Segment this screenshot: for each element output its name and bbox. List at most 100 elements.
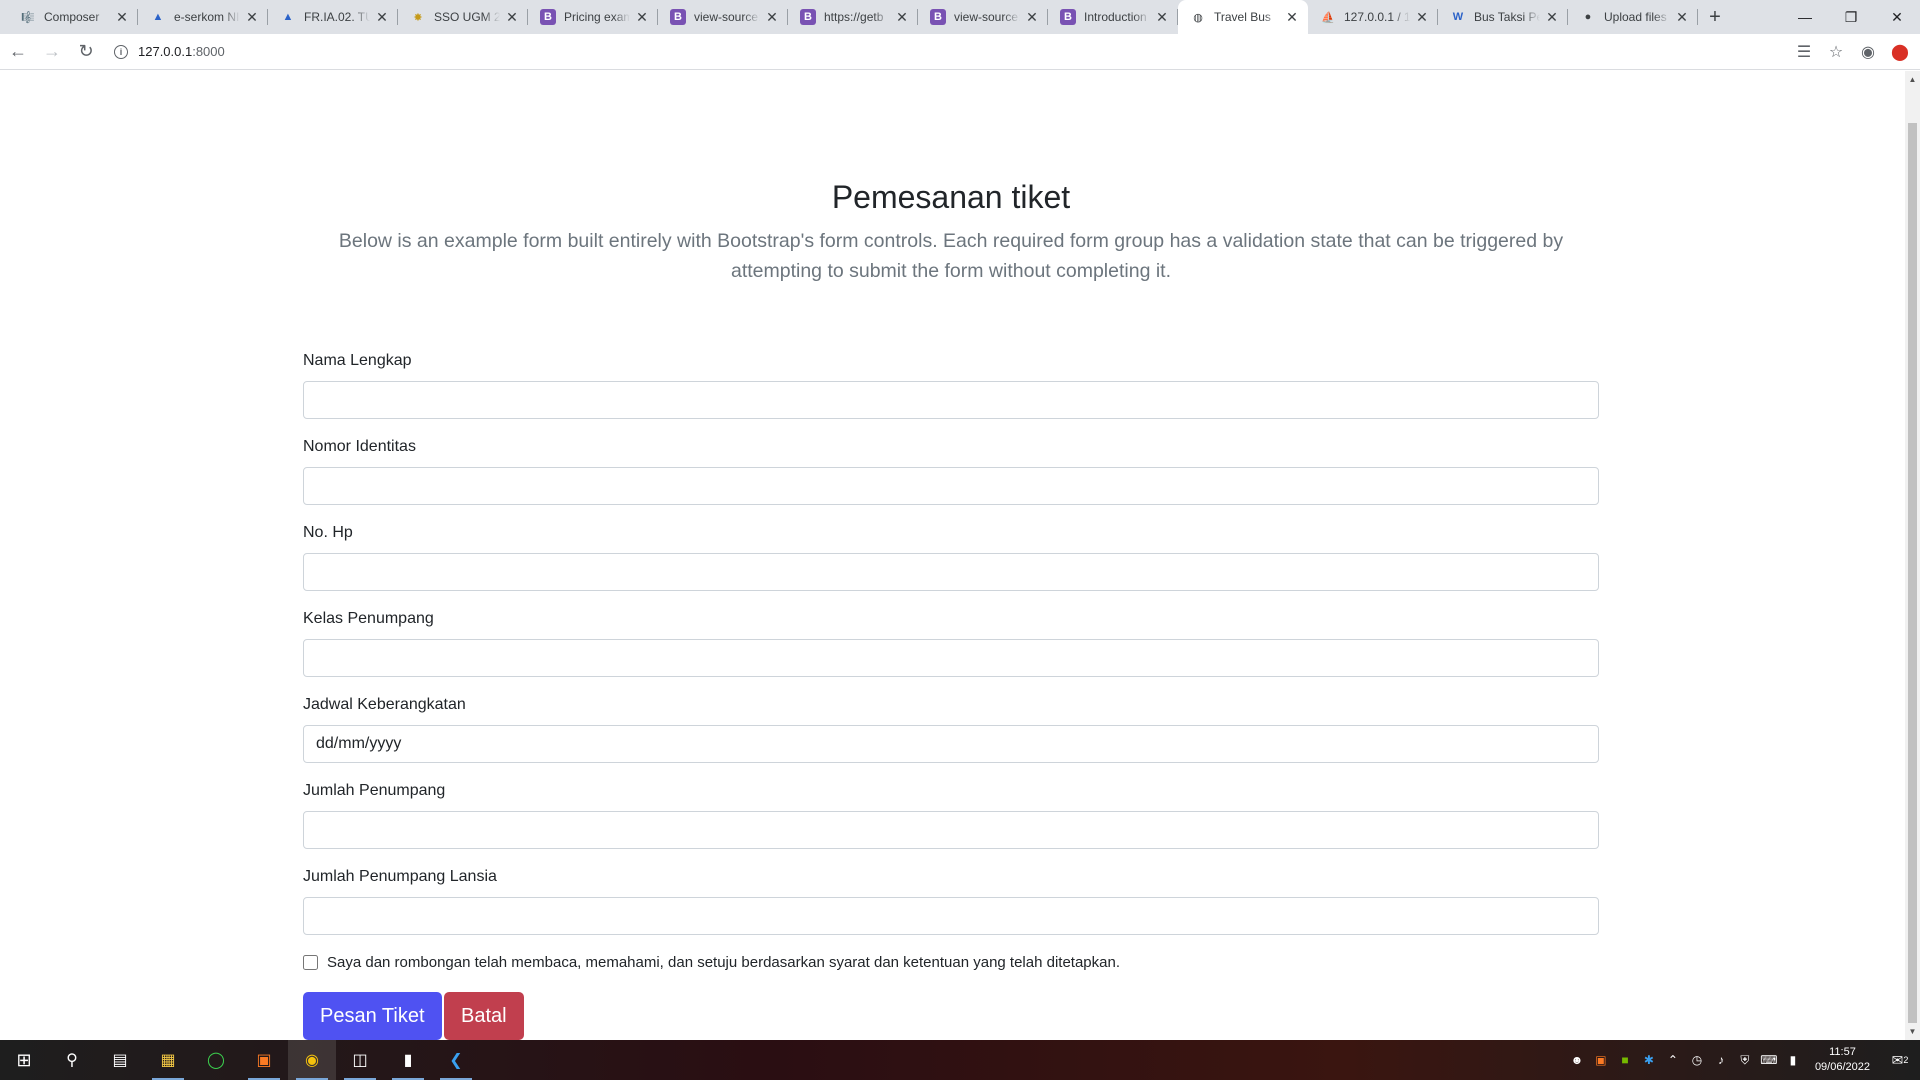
triangle-icon: ▲ <box>282 11 294 23</box>
site-info-icon[interactable]: i <box>114 44 128 59</box>
chrome-icon[interactable]: ◉ <box>288 1040 336 1080</box>
new-tab-button[interactable]: + <box>1698 0 1732 34</box>
back-arrow-icon[interactable]: ← <box>2 36 34 68</box>
browser-tab[interactable]: ▲ e-serkom NI ✕ <box>138 0 268 34</box>
refresh-app-icon[interactable]: ◯ <box>192 1040 240 1080</box>
tab-close-icon[interactable]: ✕ <box>114 9 130 25</box>
wifi-icon[interactable]: ◷ <box>1685 1053 1709 1067</box>
tab-close-icon[interactable]: ✕ <box>764 9 780 25</box>
lansia-label: Jumlah Penumpang Lansia <box>303 868 497 885</box>
triangle-icon: ▲ <box>152 11 164 23</box>
tab-close-icon[interactable]: ✕ <box>1024 9 1040 25</box>
terminal-icon[interactable]: ▮ <box>384 1040 432 1080</box>
bootstrap-icon: B <box>800 9 816 25</box>
minimize-icon[interactable]: — <box>1782 0 1828 34</box>
jadwal-date-input[interactable]: dd/mm/yyyy <box>303 725 1599 763</box>
close-window-icon[interactable]: ✕ <box>1874 0 1920 34</box>
identitas-input[interactable] <box>303 467 1599 505</box>
search-icon[interactable]: ⚲ <box>48 1040 96 1080</box>
scroll-up-arrow-icon[interactable]: ▲ <box>1905 71 1920 88</box>
reload-icon[interactable]: ↻ <box>70 36 102 68</box>
browser-tab[interactable]: W Bus Taksi Pe ✕ <box>1438 0 1568 34</box>
chevron-up-icon[interactable]: ⌃ <box>1661 1053 1685 1067</box>
tab-close-icon[interactable]: ✕ <box>504 9 520 25</box>
xampp-icon[interactable]: ▣ <box>240 1040 288 1080</box>
browser-tab[interactable]: Bview-source: ✕ <box>918 0 1048 34</box>
browser-tab[interactable]: ◍ Travel Bus ✕ <box>1178 0 1308 34</box>
agreement-checkbox[interactable] <box>303 955 318 970</box>
language-icon[interactable]: ⌨ <box>1757 1053 1781 1067</box>
bookmark-star-icon[interactable]: ☆ <box>1820 36 1852 68</box>
browser-tab[interactable]: B Introduction ✕ <box>1048 0 1178 34</box>
identitas-label: Nomor Identitas <box>303 438 416 455</box>
notification-icon[interactable]: ✉ 2 <box>1880 1040 1920 1080</box>
vscode-icon[interactable]: ❮ <box>432 1040 480 1080</box>
browser-toolbar: ← → ↻ i 127.0.0.1:8000 ☰ ☆ ◉ ⬤ <box>0 34 1920 70</box>
tab-close-icon[interactable]: ✕ <box>1284 9 1300 25</box>
globe-icon: ◍ <box>1193 11 1203 24</box>
clock-time: 11:57 <box>1829 1046 1856 1058</box>
hp-label: No. Hp <box>303 524 353 541</box>
browser-tab-strip: 🎼 Composer ✕ ▲ e-serkom NI ✕ ▲ FR.IA.02. TU ✕ ✸ SS… <box>0 0 1920 34</box>
pesan-tiket-button[interactable]: Pesan Tiket <box>303 992 442 1040</box>
tab-close-icon[interactable]: ✕ <box>374 9 390 25</box>
profile-avatar-icon[interactable]: ◉ <box>1852 36 1884 68</box>
tab-close-icon[interactable]: ✕ <box>894 9 910 25</box>
address-bar[interactable]: i 127.0.0.1:8000 <box>108 38 1768 66</box>
hp-input[interactable] <box>303 553 1599 591</box>
wordpress-icon: W <box>1452 11 1464 23</box>
file-explorer-icon[interactable]: ▦ <box>144 1040 192 1080</box>
nama-input[interactable] <box>303 381 1599 419</box>
tab-close-icon[interactable]: ✕ <box>634 9 650 25</box>
bootstrap-icon: B <box>670 9 686 25</box>
clock-date: 09/06/2022 <box>1814 1061 1870 1073</box>
tab-close-icon[interactable]: ✕ <box>1544 9 1560 25</box>
lansia-input[interactable] <box>303 897 1599 935</box>
page-scrollbar[interactable]: ▲ ▼ <box>1905 71 1920 1040</box>
batal-button[interactable]: Batal <box>444 992 524 1040</box>
windows-start-icon[interactable]: ⊞ <box>0 1040 48 1080</box>
xampp-tray-icon[interactable]: ▣ <box>1589 1053 1613 1067</box>
tab-title: view-source: <box>954 10 1020 24</box>
jumlah-input[interactable] <box>303 811 1599 849</box>
browser-tab[interactable]: 🎼 Composer ✕ <box>8 0 138 34</box>
nvidia-icon[interactable]: ■ <box>1613 1053 1637 1067</box>
agreement-label[interactable]: Saya dan rombongan telah membaca, memaha… <box>327 954 1120 971</box>
tab-close-icon[interactable]: ✕ <box>1414 9 1430 25</box>
tab-title: https://getb <box>824 10 884 24</box>
tab-title: Travel Bus <box>1214 10 1271 24</box>
volume-icon[interactable]: ♪ <box>1709 1053 1733 1067</box>
battery-icon[interactable]: ▮ <box>1781 1053 1805 1067</box>
browser-tab[interactable]: ✸ SSO UGM 2 ✕ <box>398 0 528 34</box>
security-icon[interactable]: ⛨ <box>1733 1053 1757 1068</box>
browser-tab[interactable]: ● Upload files ✕ <box>1568 0 1698 34</box>
tab-close-icon[interactable]: ✕ <box>1154 9 1170 25</box>
scroll-down-arrow-icon[interactable]: ▼ <box>1905 1023 1920 1040</box>
tab-close-icon[interactable]: ✕ <box>1674 9 1690 25</box>
browser-tab[interactable]: B Pricing exam ✕ <box>528 0 658 34</box>
browser-tab[interactable]: ⛵ 127.0.0.1 / 1 ✕ <box>1308 0 1438 34</box>
tab-title: FR.IA.02. TU <box>304 10 370 24</box>
github-icon: ● <box>1584 11 1592 23</box>
bootstrap-icon: B <box>540 9 556 25</box>
restore-icon[interactable]: ❐ <box>1828 0 1874 34</box>
task-view-icon[interactable]: ▤ <box>96 1040 144 1080</box>
translate-icon[interactable]: ☰ <box>1788 36 1820 68</box>
taskbar-clock[interactable]: 11:57 09/06/2022 <box>1805 1045 1880 1075</box>
tab-title: Composer <box>44 10 100 24</box>
tab-title: SSO UGM 2 <box>434 10 500 24</box>
browser-tab[interactable]: Bview-source: ✕ <box>658 0 788 34</box>
app-window-icon[interactable]: ◫ <box>336 1040 384 1080</box>
sun-icon: ✸ <box>413 11 423 24</box>
people-icon[interactable]: ☻ <box>1565 1053 1589 1067</box>
bluetooth-icon[interactable]: ✱ <box>1637 1053 1661 1067</box>
forward-arrow-icon[interactable]: → <box>36 36 68 68</box>
browser-tab[interactable]: Bhttps://getb ✕ <box>788 0 918 34</box>
tab-title: Upload files <box>1604 10 1667 24</box>
scrollbar-thumb[interactable] <box>1908 123 1917 1023</box>
bootstrap-icon: B <box>930 9 946 25</box>
tab-close-icon[interactable]: ✕ <box>244 9 260 25</box>
kelas-input[interactable] <box>303 639 1599 677</box>
browser-tab[interactable]: ▲ FR.IA.02. TU ✕ <box>268 0 398 34</box>
extension-icon[interactable]: ⬤ <box>1884 36 1916 68</box>
